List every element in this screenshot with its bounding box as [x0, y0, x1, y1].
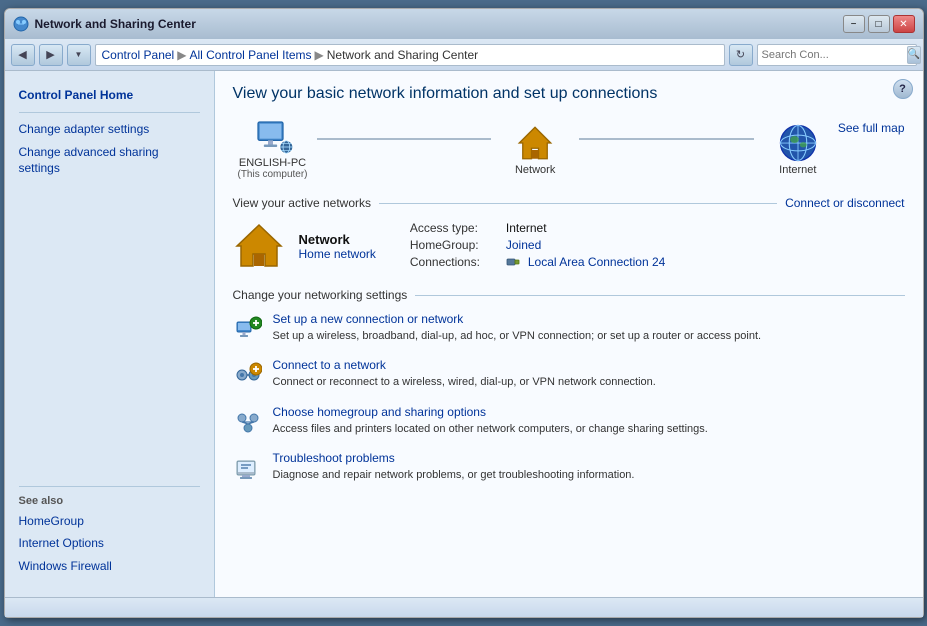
address-bar: ◀ ▶ ▼ Control Panel ▶ All Control Panel …	[5, 39, 923, 71]
connect-disconnect-link[interactable]: Connect or disconnect	[785, 196, 904, 210]
main-layout: Control Panel Home Change adapter settin…	[5, 71, 923, 597]
computer-icon	[253, 117, 293, 157]
active-networks-section: View your active networks Connect or dis…	[233, 196, 905, 210]
search-bar: 🔍	[757, 44, 917, 66]
network-label: Network	[515, 164, 555, 176]
troubleshoot-icon	[233, 453, 263, 483]
status-bar	[5, 597, 923, 617]
close-button[interactable]: ✕	[893, 15, 915, 33]
help-button[interactable]: ?	[893, 79, 913, 99]
network-details: Access type: Internet HomeGroup: Joined …	[410, 221, 665, 272]
house-network-icon	[233, 220, 285, 272]
internet-icon	[777, 122, 819, 164]
connect-network-desc: Connect or reconnect to a wireless, wire…	[273, 376, 656, 388]
sidebar: Control Panel Home Change adapter settin…	[5, 71, 215, 597]
settings-text-new-connection: Set up a new connection or network Set u…	[273, 312, 762, 344]
access-type-label: Access type:	[410, 221, 500, 235]
active-networks-label: View your active networks	[233, 196, 372, 210]
settings-text-homegroup: Choose homegroup and sharing options Acc…	[273, 405, 708, 437]
access-type-value: Internet	[506, 221, 547, 235]
internet-label: Internet	[779, 164, 816, 176]
window-title: Network and Sharing Center	[35, 17, 196, 31]
sidebar-divider-2	[19, 486, 200, 487]
homegroup-svg	[234, 408, 262, 436]
access-type-row: Access type: Internet	[410, 221, 665, 235]
net-line-1	[317, 138, 492, 140]
minimize-button[interactable]: −	[843, 15, 865, 33]
connections-label: Connections:	[410, 255, 500, 269]
net-node-computer: ENGLISH-PC (This computer)	[233, 117, 313, 180]
homegroup-label: HomeGroup:	[410, 238, 500, 252]
homegroup-value-link[interactable]: Joined	[506, 238, 541, 252]
sidebar-change-adapter[interactable]: Change adapter settings	[19, 121, 200, 138]
breadcrumb: Control Panel ▶ All Control Panel Items …	[95, 44, 725, 66]
connections-value-link[interactable]: Local Area Connection 24	[528, 255, 665, 269]
troubleshoot-desc: Diagnose and repair network problems, or…	[273, 469, 635, 481]
dropdown-button[interactable]: ▼	[67, 44, 91, 66]
connection-icon	[506, 255, 520, 269]
breadcrumb-all-items[interactable]: All Control Panel Items	[189, 48, 311, 62]
settings-text-troubleshoot: Troubleshoot problems Diagnose and repai…	[273, 451, 635, 483]
page-title: View your basic network information and …	[233, 85, 905, 103]
network-info: Network Home network	[299, 232, 376, 261]
connect-network-svg	[234, 361, 262, 389]
settings-section: Set up a new connection or network Set u…	[233, 312, 905, 484]
network-icon	[514, 122, 556, 164]
see-full-map-link[interactable]: See full map	[838, 121, 905, 135]
sidebar-change-advanced-sharing[interactable]: Change advanced sharing settings	[19, 144, 200, 178]
forward-button[interactable]: ▶	[39, 44, 63, 66]
troubleshoot-svg	[234, 454, 262, 482]
sidebar-homegroup[interactable]: HomeGroup	[19, 513, 200, 530]
network-map: ENGLISH-PC (This computer) Network	[233, 117, 905, 180]
active-network-row: Network Home network Access type: Intern…	[233, 220, 905, 272]
net-line-2	[579, 138, 754, 140]
settings-text-connect-network: Connect to a network Connect or reconnec…	[273, 358, 656, 390]
new-connection-desc: Set up a wireless, broadband, dial-up, a…	[273, 330, 762, 342]
connections-row: Connections: Local Area Connection 24	[410, 255, 665, 269]
computer-label: ENGLISH-PC	[239, 157, 306, 169]
sidebar-windows-firewall[interactable]: Windows Firewall	[19, 558, 200, 575]
content-area: ? View your basic network information an…	[215, 71, 923, 597]
change-networking-section: Change your networking settings	[233, 288, 905, 302]
title-bar: Network and Sharing Center − □ ✕	[5, 9, 923, 39]
computer-sublabel: (This computer)	[237, 169, 307, 180]
connect-network-icon	[233, 360, 263, 390]
settings-item-new-connection: Set up a new connection or network Set u…	[233, 312, 905, 344]
new-connection-icon	[233, 314, 263, 344]
search-button[interactable]: 🔍	[907, 46, 921, 64]
homegroup-row: HomeGroup: Joined	[410, 238, 665, 252]
settings-item-troubleshoot: Troubleshoot problems Diagnose and repai…	[233, 451, 905, 483]
settings-item-homegroup: Choose homegroup and sharing options Acc…	[233, 405, 905, 437]
sidebar-divider-1	[19, 112, 200, 113]
breadcrumb-current: Network and Sharing Center	[327, 48, 478, 62]
troubleshoot-link[interactable]: Troubleshoot problems	[273, 451, 635, 465]
see-also-heading: See also	[19, 495, 200, 507]
connect-network-link[interactable]: Connect to a network	[273, 358, 656, 372]
new-connection-svg	[234, 315, 262, 343]
title-bar-buttons: − □ ✕	[843, 15, 915, 33]
sidebar-internet-options[interactable]: Internet Options	[19, 535, 200, 552]
new-connection-link[interactable]: Set up a new connection or network	[273, 312, 762, 326]
net-node-network: Network	[495, 122, 575, 176]
change-networking-label: Change your networking settings	[233, 288, 408, 302]
search-input[interactable]	[762, 49, 904, 61]
settings-item-connect-network: Connect to a network Connect or reconnec…	[233, 358, 905, 390]
homegroup-desc: Access files and printers located on oth…	[273, 423, 708, 435]
homegroup-icon	[233, 407, 263, 437]
refresh-button[interactable]: ↻	[729, 44, 753, 66]
breadcrumb-control-panel[interactable]: Control Panel	[102, 48, 175, 62]
sidebar-control-panel-home[interactable]: Control Panel Home	[19, 87, 200, 104]
main-window: Network and Sharing Center − □ ✕ ◀ ▶ ▼ C…	[4, 8, 924, 618]
network-name: Network	[299, 232, 376, 247]
homegroup-link[interactable]: Choose homegroup and sharing options	[273, 405, 708, 419]
maximize-button[interactable]: □	[868, 15, 890, 33]
window-icon	[13, 16, 29, 32]
net-node-internet: Internet	[758, 122, 838, 176]
back-button[interactable]: ◀	[11, 44, 35, 66]
network-type-link[interactable]: Home network	[299, 247, 376, 261]
